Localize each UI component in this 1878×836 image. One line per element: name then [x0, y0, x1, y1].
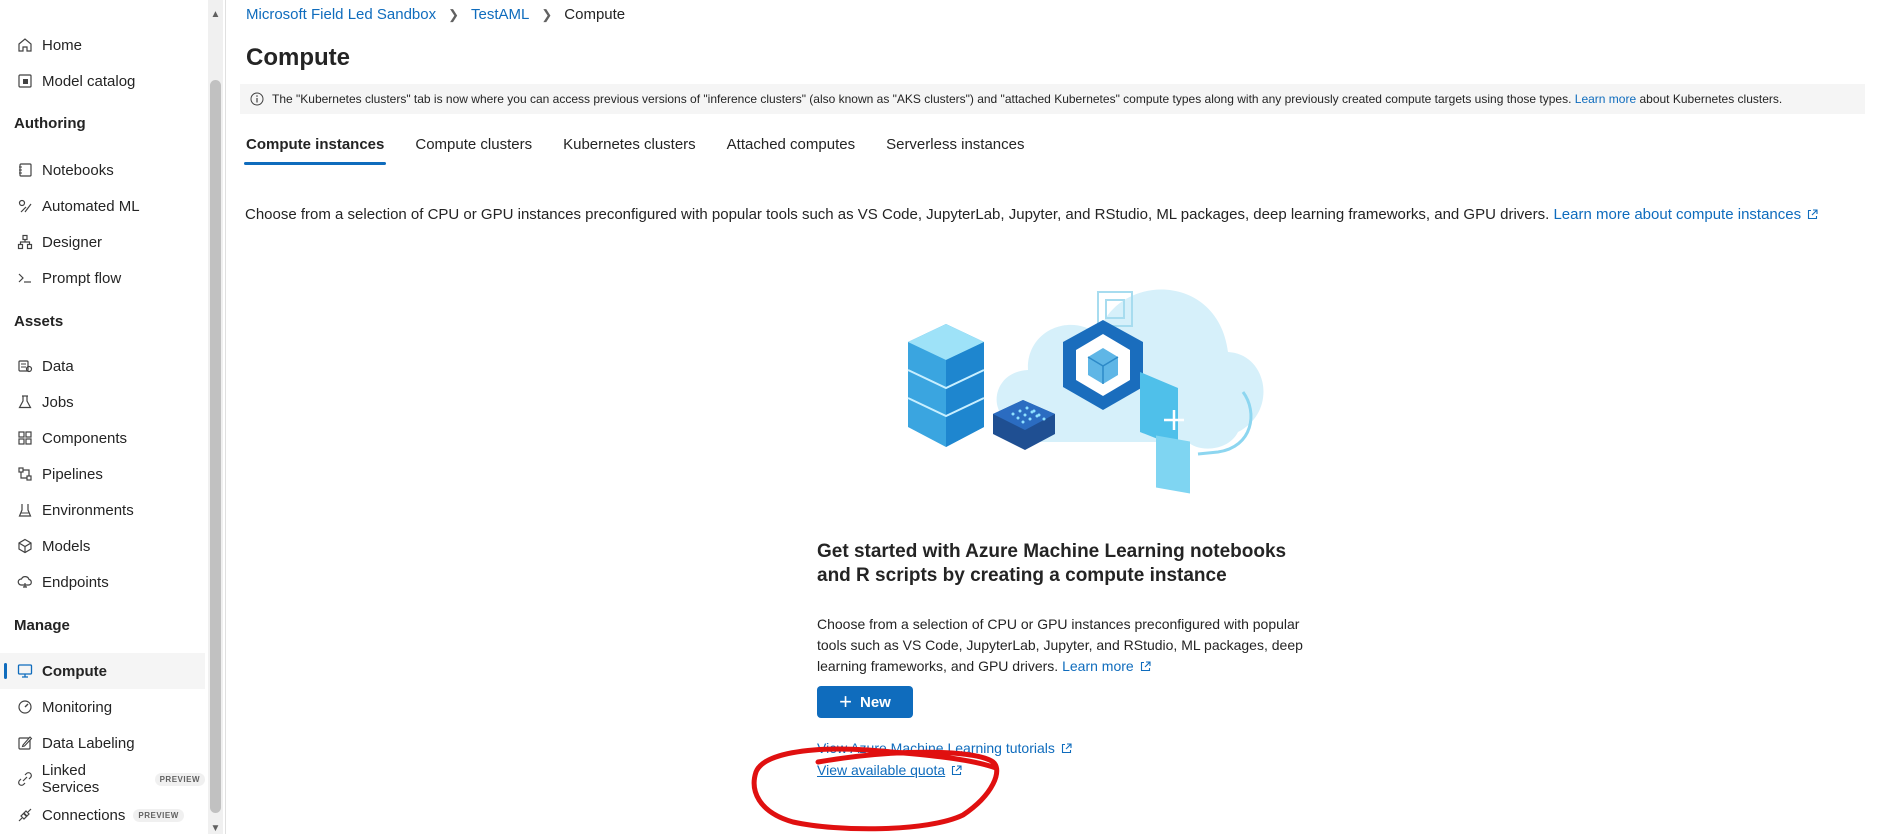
sidebar-item-connections[interactable]: Connections PREVIEW [0, 797, 205, 833]
sidebar-item-label: Endpoints [42, 573, 109, 591]
sidebar-item-components[interactable]: Components [0, 420, 205, 456]
jobs-icon [14, 394, 36, 410]
new-button-label: New [860, 693, 891, 711]
section-manage: Manage [14, 617, 70, 634]
prompt-flow-icon [14, 270, 36, 286]
sidebar-item-label: Jobs [42, 393, 74, 411]
preview-badge: PREVIEW [133, 808, 184, 822]
section-assets: Assets [14, 313, 64, 330]
sidebar-item-label: Home [42, 36, 83, 54]
sidebar-item-prompt-flow[interactable]: Prompt flow [0, 260, 205, 296]
compute-icon [14, 663, 36, 679]
data-labeling-icon [14, 735, 36, 751]
open-external-icon [1140, 657, 1151, 678]
data-icon [14, 358, 36, 374]
tab-compute-clusters[interactable]: Compute clusters [415, 136, 532, 165]
automated-ml-icon [14, 198, 36, 214]
info-message-text: The "Kubernetes clusters" tab is now whe… [272, 92, 1572, 106]
sidebar-item-home[interactable]: Home [0, 27, 205, 63]
info-message-bar: The "Kubernetes clusters" tab is now whe… [240, 84, 1865, 114]
sidebar-item-jobs[interactable]: Jobs [0, 384, 205, 420]
open-external-icon [1807, 207, 1818, 224]
compute-illustration [907, 289, 1264, 494]
learn-more-compute-instances-link[interactable]: Learn more about compute instances [1553, 206, 1818, 223]
plus-icon: + [839, 689, 852, 714]
sidebar-item-label: Data [42, 357, 74, 375]
sidebar-item-model-catalog[interactable]: Model catalog [0, 63, 205, 99]
sidebar-scrollbar-thumb[interactable] [210, 80, 221, 813]
tab-compute-instances[interactable]: Compute instances [243, 136, 387, 165]
preview-badge: PREVIEW [154, 772, 205, 786]
environments-icon [14, 502, 36, 518]
section-authoring: Authoring [14, 115, 86, 132]
tab-attached-computes[interactable]: Attached computes [727, 136, 855, 165]
sidebar-item-label: Notebooks [42, 161, 114, 179]
monitoring-icon [14, 699, 36, 715]
get-started-card: Get started with Azure Machine Learning … [817, 540, 1317, 678]
sidebar-item-label: Designer [42, 233, 103, 251]
tab-serverless-instances[interactable]: Serverless instances [886, 136, 1024, 165]
breadcrumb-workspace[interactable]: TestAML [471, 6, 529, 23]
sidebar-item-linked-services[interactable]: Linked Services PREVIEW [0, 761, 205, 797]
sidebar-item-label: Pipelines [42, 465, 103, 483]
scroll-up-arrow-icon[interactable]: ▲ [208, 8, 223, 22]
sidebar-item-compute[interactable]: Compute [0, 653, 205, 689]
sidebar-item-models[interactable]: Models [0, 528, 205, 564]
sidebar-item-data[interactable]: Data [0, 348, 205, 384]
sidebar-item-pipelines[interactable]: Pipelines [0, 456, 205, 492]
model-catalog-icon [14, 73, 36, 89]
sidebar-item-label: Monitoring [42, 698, 113, 716]
sidebar-item-designer[interactable]: Designer [0, 224, 205, 260]
sidebar-item-label: Models [42, 537, 91, 555]
left-navigation: ▲ ▼ Home Model catalog Authoring Noteboo… [0, 0, 223, 834]
info-message-suffix: about Kubernetes clusters. [1639, 92, 1783, 106]
sidebar-item-label: Environments [42, 501, 134, 519]
get-started-title: Get started with Azure Machine Learning … [817, 541, 1287, 586]
sidebar-item-label: Data Labeling [42, 734, 135, 752]
compute-tabs: Compute instances Compute clusters Kuber… [243, 136, 1056, 165]
open-external-icon [1061, 741, 1072, 757]
sidebar-item-label: Compute [42, 662, 107, 680]
sidebar-item-label: Connections [42, 806, 126, 824]
chevron-right-icon: ❯ [541, 6, 553, 22]
sidebar-item-label: Automated ML [42, 197, 140, 215]
notebook-icon [14, 162, 36, 178]
new-compute-button[interactable]: + New [817, 686, 913, 718]
sidebar-item-data-labeling[interactable]: Data Labeling [0, 725, 205, 761]
sidebar-item-label: Components [42, 429, 128, 447]
sidebar-item-label: Model catalog [42, 72, 136, 90]
models-icon [14, 538, 36, 554]
sidebar-item-environments[interactable]: Environments [0, 492, 205, 528]
connections-icon [14, 807, 36, 823]
pipelines-icon [14, 466, 36, 482]
sidebar-item-notebooks[interactable]: Notebooks [0, 152, 205, 188]
info-learn-more-link[interactable]: Learn more [1575, 92, 1636, 106]
breadcrumb-workspace-group[interactable]: Microsoft Field Led Sandbox [246, 6, 436, 23]
get-started-body: Choose from a selection of CPU or GPU in… [817, 614, 1317, 678]
breadcrumb: Microsoft Field Led Sandbox ❯ TestAML ❯ … [246, 6, 625, 23]
sidebar-item-monitoring[interactable]: Monitoring [0, 689, 205, 725]
page-title: Compute [246, 44, 350, 71]
main-content: Microsoft Field Led Sandbox ❯ TestAML ❯ … [226, 0, 1878, 834]
sidebar-item-automated-ml[interactable]: Automated ML [0, 188, 205, 224]
sidebar-item-label: Prompt flow [42, 269, 122, 287]
home-icon [14, 37, 36, 53]
breadcrumb-current: Compute [564, 6, 626, 23]
sidebar-item-endpoints[interactable]: Endpoints [0, 564, 205, 600]
tab-kubernetes-clusters[interactable]: Kubernetes clusters [563, 136, 696, 165]
open-external-icon [951, 763, 962, 779]
components-icon [14, 430, 36, 446]
endpoints-icon [14, 574, 36, 590]
get-started-learn-more-link[interactable]: Learn more [1062, 658, 1151, 674]
view-tutorials-link[interactable]: View Azure Machine Learning tutorials [817, 740, 1072, 757]
view-available-quota-link[interactable]: View available quota [817, 762, 962, 779]
description-text: Choose from a selection of CPU or GPU in… [245, 206, 1550, 223]
chevron-right-icon: ❯ [448, 6, 460, 22]
designer-icon [14, 234, 36, 250]
sidebar-item-label: Linked Services [41, 762, 100, 796]
compute-instances-description: Choose from a selection of CPU or GPU in… [245, 206, 1818, 224]
info-icon [250, 92, 264, 106]
linked-services-icon [14, 771, 36, 787]
